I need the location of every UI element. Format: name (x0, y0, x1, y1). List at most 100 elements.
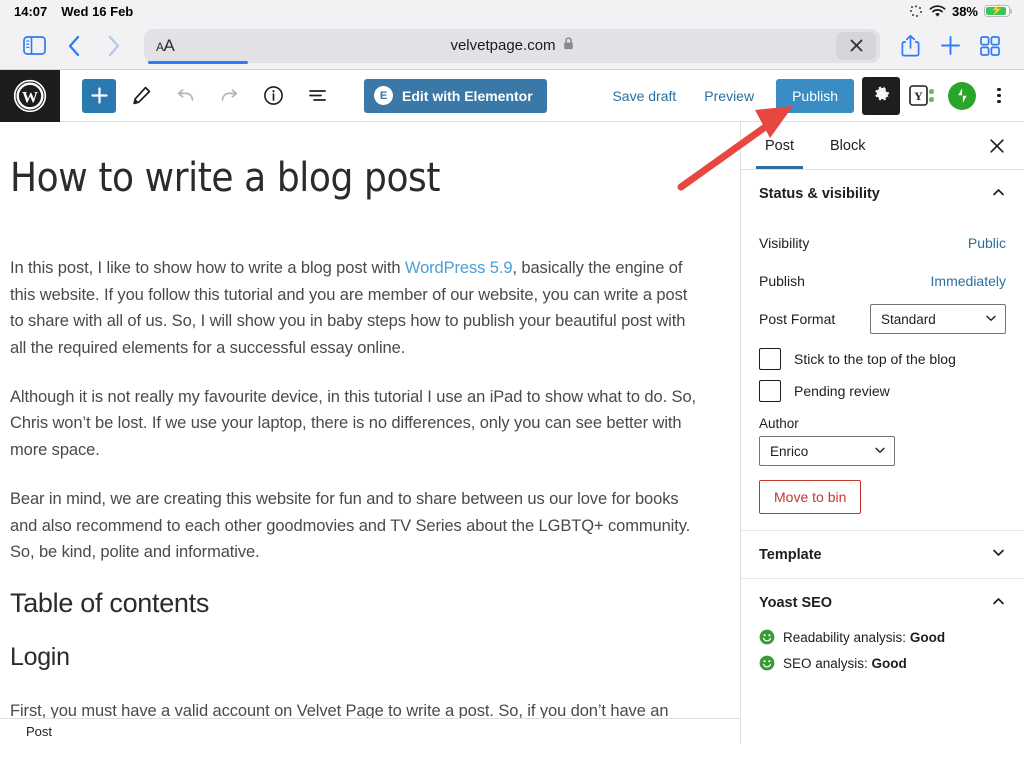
row-visibility: Visibility Public (759, 224, 1006, 262)
address-bar[interactable]: AA velvetpage.com (144, 28, 880, 64)
info-icon[interactable] (254, 77, 292, 115)
editor-actions-group: Save draft Preview Publish Y (598, 76, 1024, 115)
post-canvas[interactable]: How to write a blog post In this post, I… (0, 122, 740, 744)
battery-percent: 38% (951, 3, 978, 19)
lock-icon (563, 37, 574, 54)
edit-with-elementor-button[interactable]: E Edit with Elementor (364, 78, 547, 113)
panel-yoast-title: Yoast SEO (759, 595, 833, 611)
seo-label: SEO analysis: (783, 655, 872, 671)
post-title[interactable]: How to write a blog post (10, 156, 700, 201)
green-smiley-icon (759, 629, 775, 645)
chevron-up-icon[interactable] (991, 594, 1006, 613)
save-draft-button[interactable]: Save draft (598, 79, 690, 113)
chevron-down-icon (874, 444, 886, 459)
editor-tools-group (60, 77, 336, 115)
share-icon[interactable] (890, 29, 930, 63)
status-time: 14:07 (14, 3, 48, 19)
post-paragraph-3[interactable]: Bear in mind, we are creating this websi… (10, 486, 700, 566)
row-sticky[interactable]: Stick to the top of the blog (759, 348, 1006, 370)
svg-text:Y: Y (914, 89, 923, 103)
close-sidebar-icon[interactable] (976, 125, 1018, 167)
url-text: velvetpage.com (450, 37, 556, 54)
url-text-group: velvetpage.com (450, 37, 573, 54)
chevron-up-icon[interactable] (991, 185, 1006, 204)
gear-icon[interactable] (862, 76, 900, 115)
jetpack-icon[interactable] (948, 81, 976, 110)
seo-analysis-text: SEO analysis: Good (783, 656, 907, 671)
post-format-select[interactable]: Standard (870, 304, 1006, 334)
chevron-down-icon (985, 312, 997, 327)
tab-overview-icon[interactable] (970, 29, 1010, 63)
settings-sidebar: Post Block Status & visibility Visibilit… (740, 122, 1024, 744)
list-view-icon[interactable] (298, 77, 336, 115)
tab-post[interactable]: Post (747, 122, 812, 169)
editor-workspace: How to write a blog post In this post, I… (0, 122, 1024, 744)
author-value: Enrico (770, 443, 809, 459)
publish-label: Publish (759, 273, 805, 289)
stop-loading-button[interactable] (836, 31, 876, 60)
post-paragraph-1[interactable]: In this post, I like to show how to writ… (10, 255, 700, 362)
pending-review-checkbox[interactable] (759, 380, 781, 402)
wifi-icon (929, 4, 946, 18)
svg-text:W: W (22, 89, 38, 106)
green-smiley-icon (759, 655, 775, 671)
add-block-icon[interactable] (82, 78, 116, 113)
wordpress-version-link[interactable]: WordPress 5.9 (405, 259, 513, 277)
sidebar-toggle-icon[interactable] (14, 29, 54, 63)
readability-analysis-row: Readability analysis: Good (759, 629, 1006, 645)
panel-yoast-header[interactable]: Yoast SEO (741, 579, 1024, 627)
sync-icon (909, 4, 923, 18)
readability-analysis-text: Readability analysis: Good (783, 630, 945, 645)
wordpress-logo-icon[interactable]: W (0, 69, 60, 122)
safari-toolbar: AA velvetpage.com (0, 22, 1024, 70)
row-post-format: Post Format Standard (759, 300, 1006, 338)
editor-breadcrumb-bar: Post (0, 718, 740, 744)
publish-value-button[interactable]: Immediately (931, 273, 1006, 289)
reader-text-size-icon[interactable]: AA (156, 36, 175, 56)
panel-status-visibility-title: Status & visibility (759, 186, 880, 202)
heading-login[interactable]: Login (10, 643, 700, 672)
panel-template-title: Template (759, 546, 822, 563)
preview-button[interactable]: Preview (690, 79, 768, 113)
kebab-menu-icon[interactable] (984, 79, 1014, 113)
panel-yoast-body: Readability analysis: Good SEO analysis:… (741, 627, 1024, 697)
breadcrumb-post[interactable]: Post (26, 724, 52, 739)
elementor-button-label: Edit with Elementor (402, 87, 533, 104)
readability-value: Good (909, 629, 946, 645)
readability-label: Readability analysis: (783, 629, 910, 645)
ipad-safari-wordpress-editor: 14:07 Wed 16 Feb 38% ⚡ AA velvetpage.com… (0, 0, 1024, 768)
yoast-seo-icon[interactable]: Y (908, 84, 938, 108)
chevron-down-icon[interactable] (991, 545, 1006, 564)
undo-icon[interactable] (166, 77, 204, 115)
panel-template-header[interactable]: Template (741, 531, 1024, 579)
post-format-value: Standard (881, 311, 936, 327)
pending-review-label: Pending review (794, 383, 890, 399)
new-tab-icon[interactable] (930, 29, 970, 63)
page-load-progress (148, 60, 248, 64)
sticky-checkbox[interactable] (759, 348, 781, 370)
panel-status-visibility-header[interactable]: Status & visibility (741, 170, 1024, 218)
row-pending-review[interactable]: Pending review (759, 380, 1006, 402)
forward-icon[interactable] (94, 29, 134, 63)
publish-button[interactable]: Publish (776, 78, 854, 113)
seo-value: Good (871, 655, 907, 671)
post-paragraph-2[interactable]: Although it is not really my favourite d… (10, 384, 700, 464)
sidebar-tabs: Post Block (741, 122, 1024, 170)
paragraph-1-text-a: In this post, I like to show how to writ… (10, 258, 405, 277)
edit-pencil-icon[interactable] (122, 77, 160, 115)
battery-charging-icon: ⚡ (984, 4, 1013, 18)
back-icon[interactable] (54, 29, 94, 63)
row-publish: Publish Immediately (759, 262, 1006, 300)
tab-block[interactable]: Block (812, 122, 883, 169)
visibility-value-button[interactable]: Public (968, 235, 1006, 251)
redo-icon[interactable] (210, 77, 248, 115)
author-label: Author (759, 416, 799, 431)
status-date: Wed 16 Feb (61, 3, 134, 19)
post-format-label: Post Format (759, 311, 836, 327)
ios-status-bar: 14:07 Wed 16 Feb 38% ⚡ (0, 0, 1024, 22)
heading-table-of-contents[interactable]: Table of contents (10, 588, 700, 619)
move-to-bin-button[interactable]: Move to bin (759, 480, 862, 514)
panel-status-visibility-body: Visibility Public Publish Immediately Po… (741, 218, 1024, 530)
author-select[interactable]: Enrico (759, 436, 895, 466)
seo-analysis-row: SEO analysis: Good (759, 655, 1006, 671)
